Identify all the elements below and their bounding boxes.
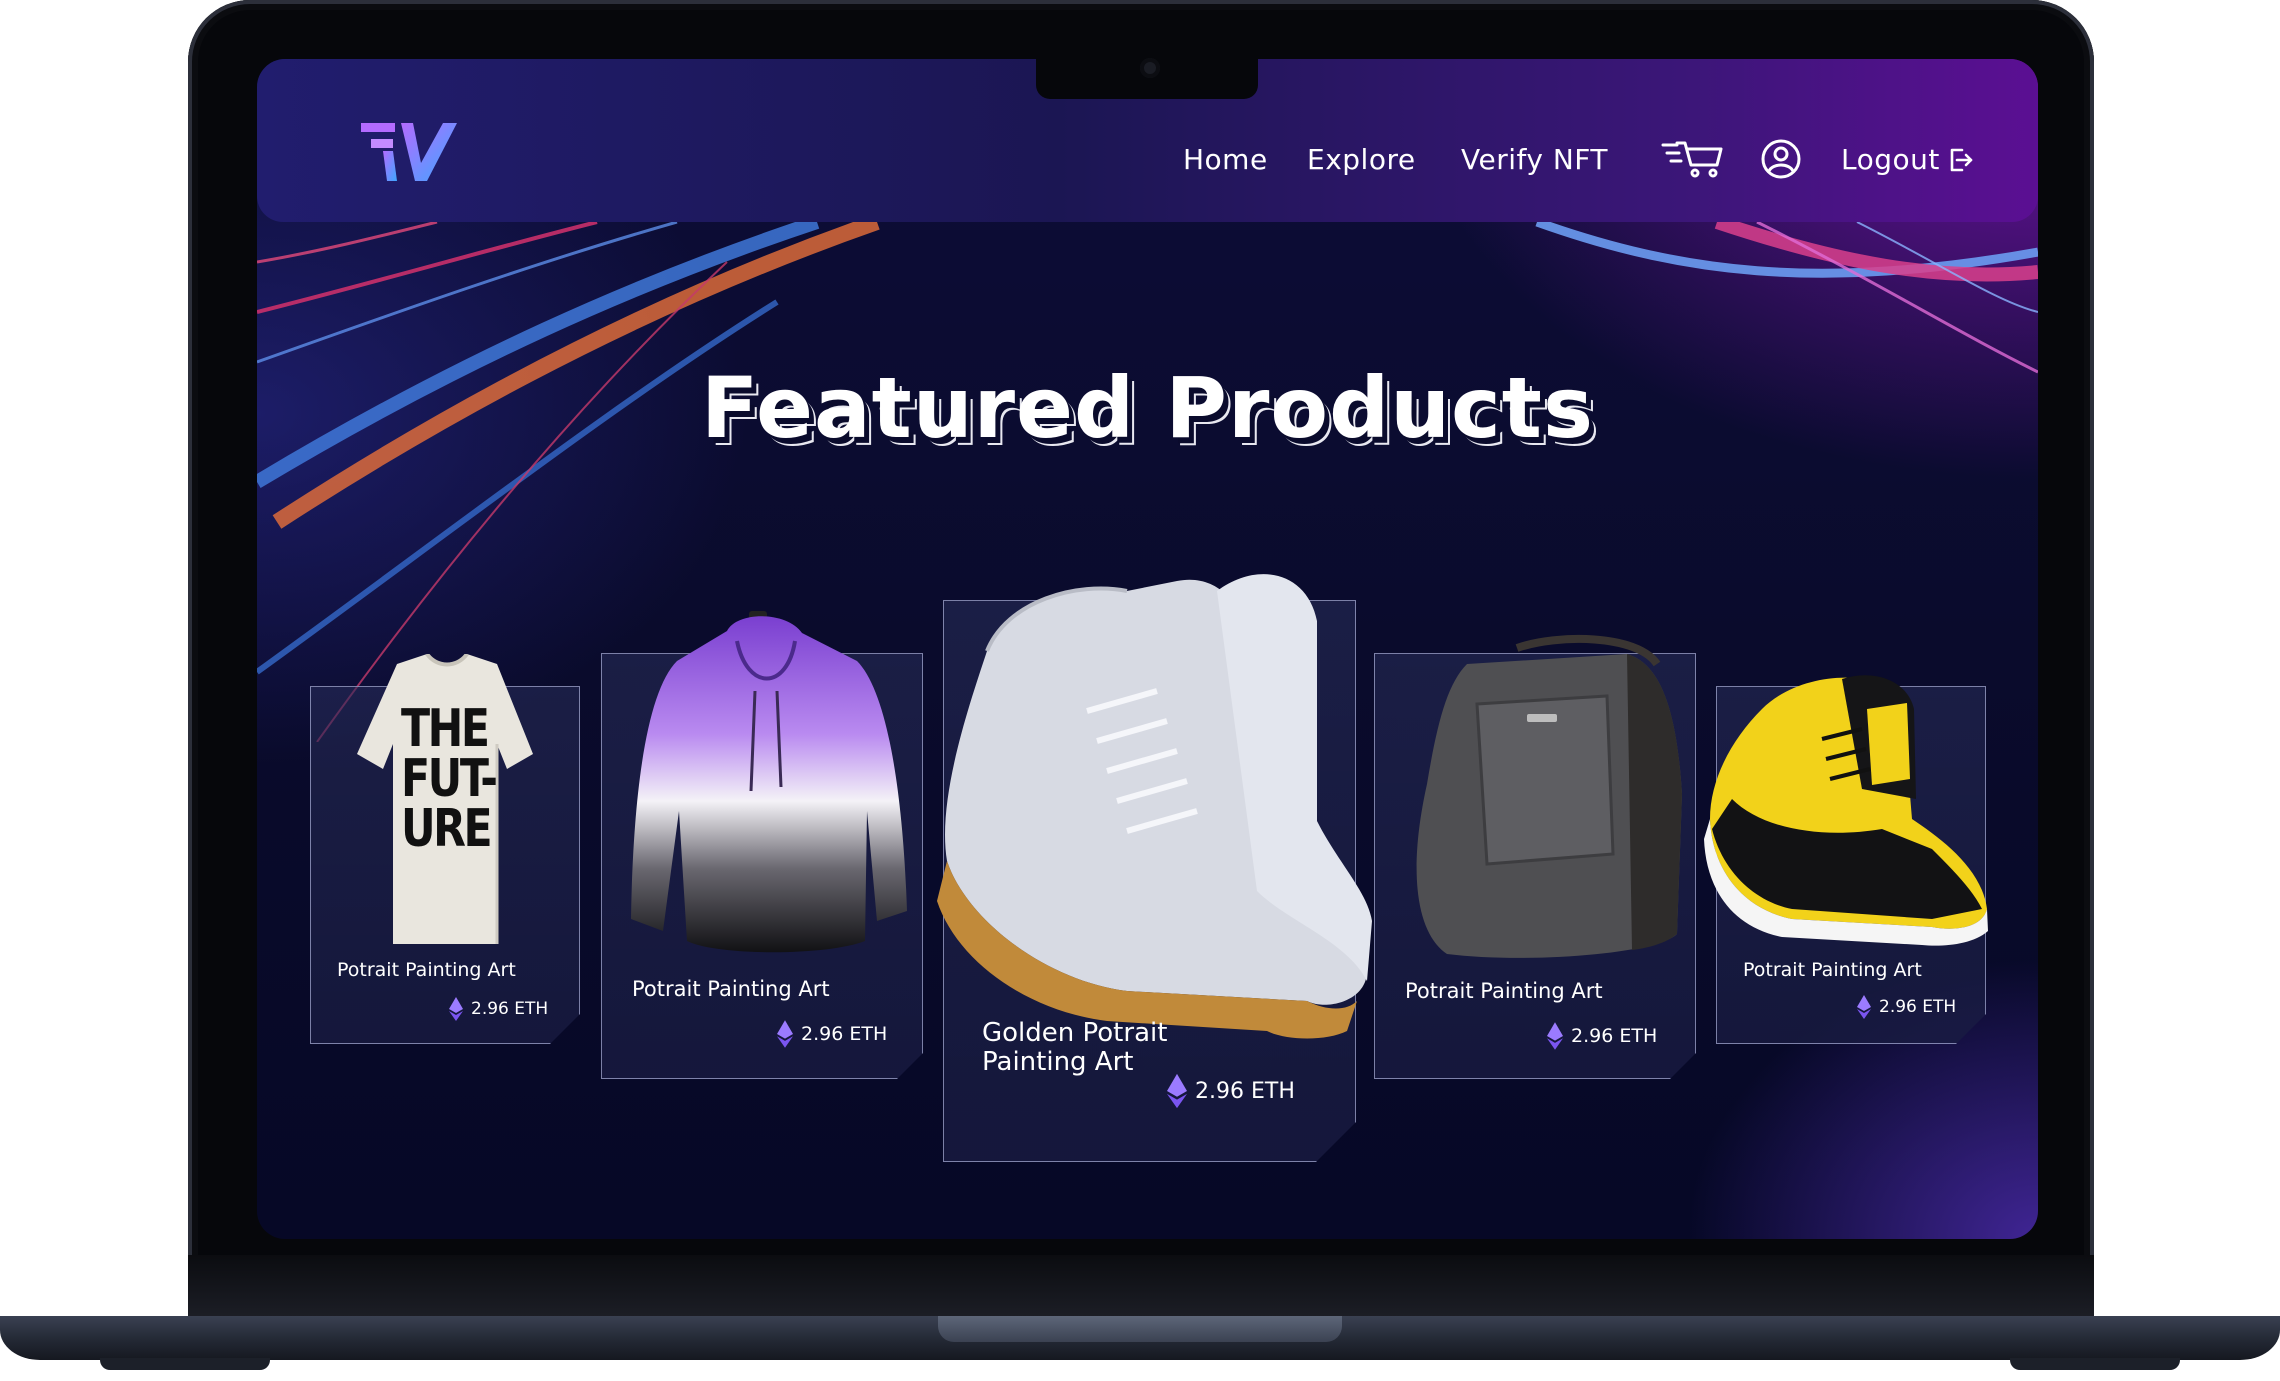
brand-logo[interactable] (361, 121, 461, 183)
product-name: Potrait Painting Art (1743, 959, 1922, 981)
ethereum-icon (1547, 1022, 1563, 1050)
laptop-foot-left (100, 1358, 270, 1370)
price-value: 2.96 ETH (801, 1023, 888, 1045)
app-screen: Home Explore Verify NFT Logout Featured … (257, 59, 2038, 1239)
laptop-foot-right (2010, 1358, 2180, 1370)
product-price: 2.96 ETH (449, 997, 548, 1021)
product-image-yellow-sneaker (1702, 669, 1992, 969)
camera-icon (1140, 58, 1160, 78)
price-value: 2.96 ETH (1195, 1078, 1295, 1104)
price-value: 2.96 ETH (1571, 1025, 1658, 1047)
product-image-hoodie (627, 611, 907, 961)
product-image-white-sneaker (927, 561, 1377, 1081)
product-price: 2.96 ETH (777, 1020, 887, 1048)
ethereum-icon (777, 1020, 793, 1048)
ethereum-icon (1857, 995, 1871, 1019)
nav-home-link[interactable]: Home (1183, 143, 1268, 176)
logout-button[interactable]: Logout (1841, 143, 1974, 176)
tshirt-print-line-1: THE (401, 699, 490, 759)
logout-icon (1950, 148, 1973, 171)
logout-label: Logout (1841, 143, 1940, 176)
price-value: 2.96 ETH (471, 999, 549, 1019)
laptop-hinge-notch (938, 1316, 1342, 1342)
product-name: Potrait Painting Art (632, 977, 830, 1001)
product-image-backpack (1407, 634, 1687, 964)
product-price: 2.96 ETH (1167, 1073, 1295, 1109)
ethereum-icon (1167, 1073, 1187, 1109)
product-price: 2.96 ETH (1857, 995, 1956, 1019)
product-name: Potrait Painting Art (1405, 979, 1603, 1003)
page-title: Featured Products (701, 359, 1594, 457)
tshirt-print-line-3: URE (401, 799, 493, 859)
ethereum-icon (449, 997, 463, 1021)
price-value: 2.96 ETH (1879, 997, 1957, 1017)
laptop-chin (188, 1255, 2094, 1318)
product-name: Golden Potrait Painting Art (982, 1018, 1168, 1077)
tshirt-print-line-2: FUT- (401, 749, 498, 809)
nav-verify-nft-link[interactable]: Verify NFT (1461, 143, 1608, 176)
cart-icon[interactable] (1661, 139, 1723, 179)
nav-explore-link[interactable]: Explore (1307, 143, 1416, 176)
user-icon[interactable] (1760, 138, 1802, 180)
product-image-tshirt: THE FUT- URE (357, 652, 533, 944)
product-price: 2.96 ETH (1547, 1022, 1657, 1050)
product-name: Potrait Painting Art (337, 959, 516, 981)
